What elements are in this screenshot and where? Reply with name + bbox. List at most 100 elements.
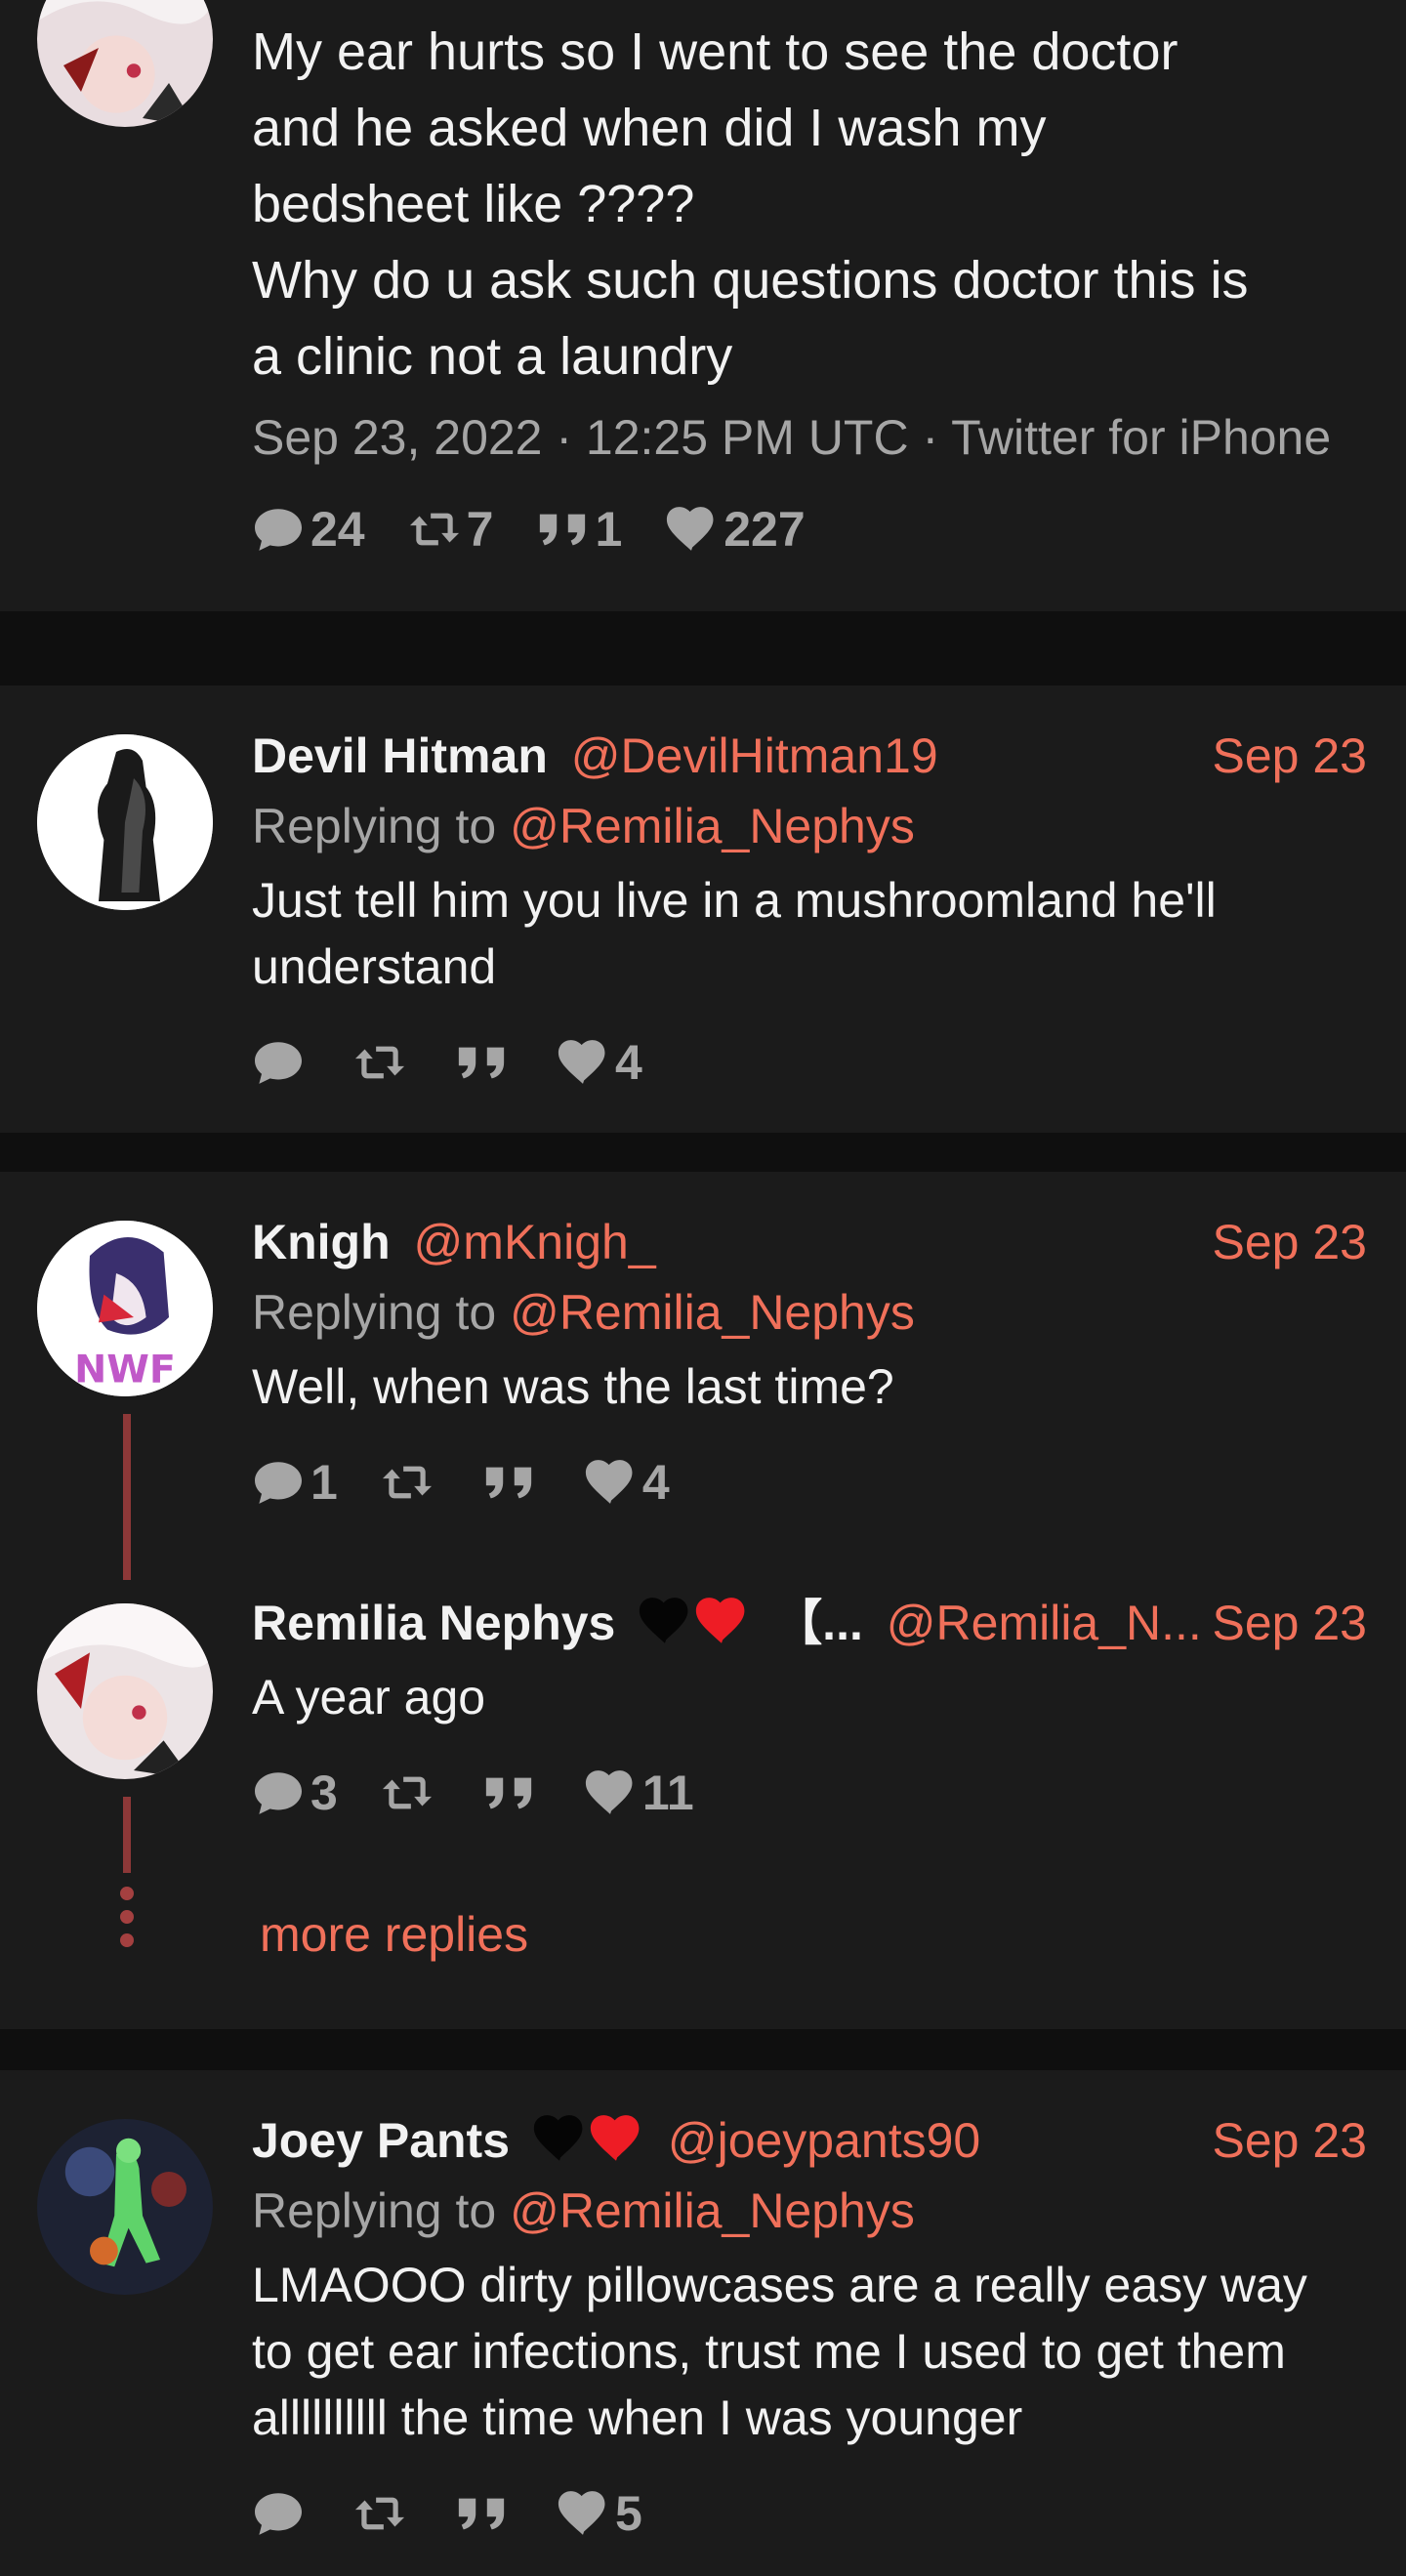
comment-icon <box>252 506 305 553</box>
like-count: 4 <box>641 1455 670 1510</box>
retweet-icon <box>381 1769 434 1816</box>
reply-text: Well, when was the last time? <box>252 1359 894 1414</box>
avatar[interactable] <box>37 0 213 127</box>
reply-header: Knigh @mKnigh_ Sep 23 <box>252 1213 1367 1271</box>
heart-icon <box>557 2490 609 2537</box>
reply-stats: 3 11 <box>252 1764 1367 1822</box>
display-name[interactable]: Knigh <box>252 1215 391 1269</box>
quote-stat[interactable]: 1 <box>536 501 622 558</box>
reply-count: 24 <box>310 502 365 557</box>
name-emoji <box>531 2114 644 2163</box>
like-stat[interactable]: 11 <box>584 1765 694 1821</box>
reply-count: 1 <box>310 1455 338 1510</box>
user-handle[interactable]: @joeypants90 <box>668 2113 980 2168</box>
reply-text: Just tell him you live in a mushroomland… <box>252 873 1217 994</box>
display-name-suffix[interactable]: 【... <box>773 1596 863 1650</box>
svg-text:NWF: NWF <box>74 1348 176 1392</box>
retweet-stat[interactable] <box>353 1039 412 1086</box>
reply-date[interactable]: Sep 23 <box>1213 2111 1367 2170</box>
reply-text: A year ago <box>252 1670 486 1724</box>
retweet-stat[interactable] <box>381 1769 439 1816</box>
display-name[interactable]: Remilia Nephys <box>252 1596 615 1650</box>
reply-stat[interactable] <box>252 2490 310 2537</box>
user-handle[interactable]: @DevilHitman19 <box>571 728 938 783</box>
reply-header: Remilia Nephys 【... @Remilia_N... Sep 23 <box>252 1594 1367 1652</box>
reply-text: LMAOOO dirty pillowcases are a really ea… <box>252 2258 1307 2445</box>
tweet-timestamp[interactable]: Sep 23, 2022 · 12:25 PM UTC · Twitter fo… <box>252 408 1367 467</box>
retweet-stat[interactable] <box>353 2490 412 2537</box>
black-heart-icon <box>640 1598 688 1643</box>
replying-to-handle[interactable]: @Remilia_Nephys <box>510 2183 915 2238</box>
reply-count: 3 <box>310 1766 338 1820</box>
reply-stat[interactable] <box>252 1039 310 1086</box>
name-emoji <box>637 1597 750 1645</box>
like-count: 227 <box>724 502 806 557</box>
user-handle[interactable]: @mKnigh_ <box>414 1215 656 1269</box>
quote-stat[interactable] <box>455 2490 514 2537</box>
reply-thread-card: NWF Knigh @mKnigh_ Sep 23 Replying to @R… <box>0 1172 1406 2029</box>
replying-to: Replying to @Remilia_Nephys <box>252 797 1367 855</box>
reply-stat[interactable]: 3 <box>252 1765 338 1821</box>
reply-stats: 5 <box>252 2484 1367 2543</box>
black-heart-icon <box>533 2115 583 2161</box>
quote-icon <box>536 506 589 553</box>
reply-card: Joey Pants @joeypants90 Sep 23 Replying … <box>0 2070 1406 2576</box>
retweet-icon <box>353 2490 406 2537</box>
like-stat[interactable]: 5 <box>557 2485 642 2542</box>
heart-icon <box>557 1039 609 1086</box>
avatar[interactable] <box>37 1603 213 1779</box>
avatar[interactable] <box>37 734 213 910</box>
quote-icon <box>455 2490 508 2537</box>
comment-icon <box>252 1769 305 1816</box>
quote-stat[interactable] <box>482 1769 541 1816</box>
replying-to-handle[interactable]: @Remilia_Nephys <box>510 1285 915 1340</box>
quote-icon <box>482 1769 535 1816</box>
heart-icon <box>584 1769 637 1816</box>
thread-connector <box>123 1414 131 1580</box>
comment-icon <box>252 2490 305 2537</box>
reply-stat[interactable]: 1 <box>252 1454 338 1511</box>
retweet-stat[interactable]: 7 <box>408 501 493 558</box>
reply-header: Devil Hitman @DevilHitman19 Sep 23 <box>252 727 1367 785</box>
like-stat[interactable]: 227 <box>665 501 806 558</box>
tweet-text: My ear hurts so I went to see the doctor… <box>252 22 1249 386</box>
replying-to-handle[interactable]: @Remilia_Nephys <box>510 799 915 853</box>
reply-stats: 1 4 <box>252 1453 1367 1512</box>
tweet-stats: 24 7 1 227 <box>252 500 1367 559</box>
replying-prefix: Replying to <box>252 799 497 853</box>
replying-to: Replying to @Remilia_Nephys <box>252 1283 1367 1342</box>
heart-icon <box>665 506 718 553</box>
like-count: 4 <box>615 1035 642 1090</box>
thread-dots <box>119 1887 135 1957</box>
red-heart-icon <box>590 2115 640 2161</box>
display-name[interactable]: Devil Hitman <box>252 728 548 783</box>
thread-connector <box>123 1797 131 1873</box>
retweet-stat[interactable] <box>381 1459 439 1506</box>
retweet-icon <box>353 1039 406 1086</box>
reply-date[interactable]: Sep 23 <box>1213 1594 1367 1652</box>
red-heart-icon <box>696 1598 745 1643</box>
like-count: 11 <box>641 1766 694 1820</box>
reply-date[interactable]: Sep 23 <box>1213 1213 1367 1271</box>
display-name[interactable]: Joey Pants <box>252 2113 510 2168</box>
reply-date[interactable]: Sep 23 <box>1213 727 1367 785</box>
like-stat[interactable]: 4 <box>584 1454 670 1511</box>
user-handle[interactable]: @Remilia_N... <box>887 1596 1202 1650</box>
comment-icon <box>252 1039 305 1086</box>
reply-stat[interactable]: 24 <box>252 501 365 558</box>
replying-to: Replying to @Remilia_Nephys <box>252 2181 1367 2240</box>
more-replies-link[interactable]: more replies <box>260 1906 528 1963</box>
quote-stat[interactable] <box>482 1459 541 1506</box>
quote-icon <box>482 1459 535 1506</box>
avatar[interactable]: NWF <box>37 1221 213 1396</box>
replying-prefix: Replying to <box>252 2183 497 2238</box>
main-tweet-card: My ear hurts so I went to see the doctor… <box>0 0 1406 611</box>
like-count: 5 <box>615 2486 642 2541</box>
quote-stat[interactable] <box>455 1039 514 1086</box>
like-stat[interactable]: 4 <box>557 1034 642 1091</box>
heart-icon <box>584 1459 637 1506</box>
avatar[interactable] <box>37 2119 213 2295</box>
reply-card: Devil Hitman @DevilHitman19 Sep 23 Reply… <box>0 686 1406 1133</box>
comment-icon <box>252 1459 305 1506</box>
retweet-icon <box>408 506 461 553</box>
